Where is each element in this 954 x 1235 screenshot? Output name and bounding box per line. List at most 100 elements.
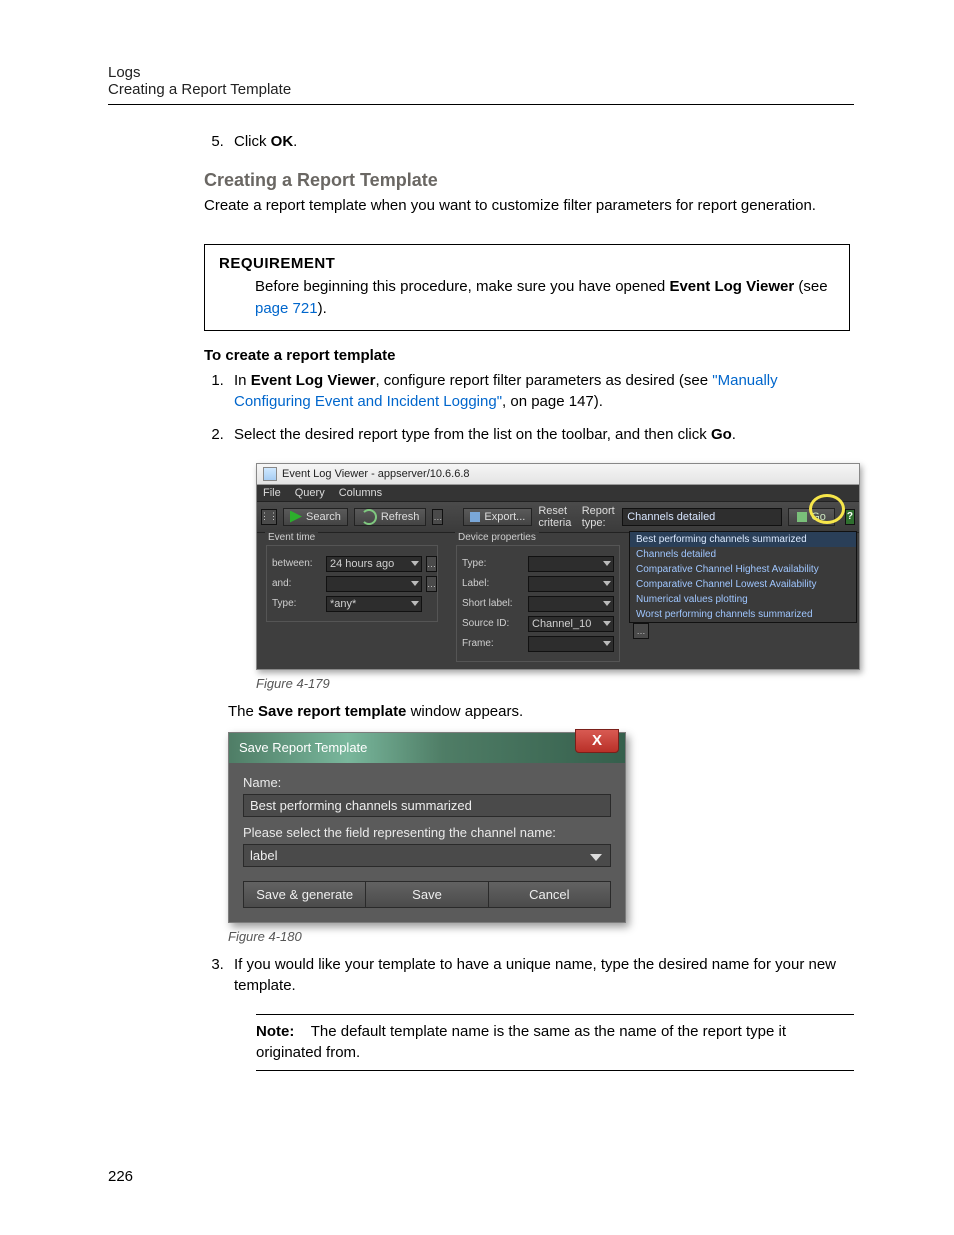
and-select[interactable] [326, 576, 422, 592]
elv-toolbar: ⋮⋮ Search Refresh … Export... Reset crit… [257, 502, 859, 533]
after-fig1-text: The Save report template window appears. [228, 701, 854, 722]
refresh-button[interactable]: Refresh [354, 508, 427, 526]
page-header: Logs Creating a Report Template [108, 64, 854, 98]
between-more-button[interactable]: … [426, 556, 437, 572]
req-pre: Before beginning this procedure, make su… [255, 278, 669, 295]
note-label: Note: [256, 1023, 294, 1040]
search-button[interactable]: Search [283, 508, 348, 526]
grip-icon: ⋮⋮ [261, 509, 277, 525]
side-btn-1[interactable]: … [633, 623, 649, 639]
requirement-body: Before beginning this procedure, make su… [255, 276, 835, 320]
between-select[interactable]: 24 hours ago [326, 556, 422, 572]
step5-bold: OK [271, 133, 294, 150]
cancel-button[interactable]: Cancel [489, 882, 610, 907]
type-select[interactable]: *any* [326, 596, 422, 612]
req-bold: Event Log Viewer [669, 278, 794, 295]
report-type-select[interactable]: Channels detailed [622, 508, 782, 526]
report-type-value: Channels detailed [627, 511, 715, 523]
devprops-legend: Device properties [455, 532, 539, 543]
save-report-template-dialog: Save Report Template X Name: Please sele… [228, 732, 626, 923]
event-log-viewer-screenshot: Event Log Viewer - appserver/10.6.6.8 Fi… [256, 463, 860, 670]
between-value: 24 hours ago [330, 558, 394, 570]
close-button[interactable]: X [575, 729, 619, 753]
opt-worst[interactable]: Worst performing channels summarized [630, 607, 856, 622]
page-number: 226 [108, 1168, 133, 1185]
req-link[interactable]: page 721 [255, 300, 318, 317]
dp-src-select[interactable]: Channel_10 [528, 616, 614, 632]
menu-columns[interactable]: Columns [339, 487, 382, 499]
menu-file[interactable]: File [263, 487, 281, 499]
dp-type-label: Type: [462, 558, 524, 569]
elv-title: Event Log Viewer - appserver/10.6.6.8 [282, 468, 470, 480]
reset-criteria-button[interactable]: Reset criteria [538, 505, 575, 529]
save-button[interactable]: Save [366, 882, 488, 907]
report-type-label: Report type: [582, 505, 617, 529]
opt-numerical[interactable]: Numerical values plotting [630, 592, 856, 607]
req-post2: ). [318, 300, 327, 317]
opt-comp-high[interactable]: Comparative Channel Highest Availability [630, 562, 856, 577]
dp-label-label: Label: [462, 578, 524, 589]
event-time-legend: Event time [265, 532, 318, 543]
srt-titlebar: Save Report Template X [229, 733, 625, 763]
header-section: Logs [108, 64, 854, 81]
help-button[interactable]: ? [845, 509, 855, 525]
refresh-label: Refresh [381, 511, 420, 523]
field-label: Please select the field representing the… [243, 825, 611, 840]
event-time-panel: Event time between: 24 hours ago … and: … [257, 533, 447, 629]
opt-detailed[interactable]: Channels detailed [630, 547, 856, 562]
export-button[interactable]: Export... [463, 508, 532, 526]
dp-short-label: Short label: [462, 598, 524, 609]
step-2: Select the desired report type from the … [228, 424, 854, 445]
requirement-heading: REQUIREMENT [219, 255, 835, 272]
dp-src-value: Channel_10 [532, 618, 591, 630]
search-label: Search [306, 511, 341, 523]
menu-query[interactable]: Query [295, 487, 325, 499]
export-label: Export... [484, 511, 525, 523]
req-post1: (see [794, 278, 827, 295]
s1a: In [234, 372, 251, 389]
name-field[interactable] [243, 794, 611, 817]
procedure-heading: To create a report template [204, 347, 854, 364]
step5-pre: Click [234, 133, 271, 150]
af1b: Save report template [258, 703, 406, 720]
header-subsection: Creating a Report Template [108, 81, 854, 98]
save-generate-button[interactable]: Save & generate [244, 882, 366, 907]
dialog-button-row: Save & generate Save Cancel [243, 881, 611, 908]
requirement-box: REQUIREMENT Before beginning this proced… [204, 244, 850, 331]
opt-comp-low[interactable]: Comparative Channel Lowest Availability [630, 577, 856, 592]
type-label: Type: [272, 598, 322, 609]
section-desc: Create a report template when you want t… [204, 195, 854, 216]
opt-best[interactable]: Best performing channels summarized [630, 532, 856, 547]
figure-caption-1: Figure 4-179 [256, 676, 854, 691]
figure-caption-2: Figure 4-180 [228, 929, 854, 944]
report-type-dropdown[interactable]: Best performing channels summarized Chan… [629, 531, 857, 623]
s2c: . [732, 426, 736, 443]
af1c: window appears. [406, 703, 523, 720]
af1a: The [228, 703, 258, 720]
s1c: , configure report filter parameters as … [375, 372, 712, 389]
go-button[interactable]: Go [788, 508, 835, 526]
step-1: In Event Log Viewer, configure report fi… [228, 370, 854, 412]
tip-button[interactable]: … [432, 509, 443, 525]
java-icon [263, 467, 277, 481]
s2a: Select the desired report type from the … [234, 426, 711, 443]
between-label: between: [272, 558, 322, 569]
go-label: Go [811, 511, 826, 523]
elv-titlebar: Event Log Viewer - appserver/10.6.6.8 [257, 464, 859, 485]
channel-name-select[interactable]: label [243, 844, 611, 867]
s1b: Event Log Viewer [251, 372, 376, 389]
dp-short-select[interactable] [528, 596, 614, 612]
s2b: Go [711, 426, 732, 443]
step-5: Click OK. [228, 131, 854, 152]
channel-name-value: label [250, 848, 277, 863]
s1d: , on page 147). [502, 393, 603, 410]
step-3: If you would like your template to have … [228, 954, 854, 996]
dp-label-select[interactable] [528, 576, 614, 592]
device-properties-panel: Device properties Type: Label: Short lab… [447, 533, 629, 669]
and-more-button[interactable]: … [426, 576, 437, 592]
dp-type-select[interactable] [528, 556, 614, 572]
dp-frame-label: Frame: [462, 638, 524, 649]
step5-post: . [293, 133, 297, 150]
dp-frame-select[interactable] [528, 636, 614, 652]
elv-menubar: File Query Columns [257, 485, 859, 502]
